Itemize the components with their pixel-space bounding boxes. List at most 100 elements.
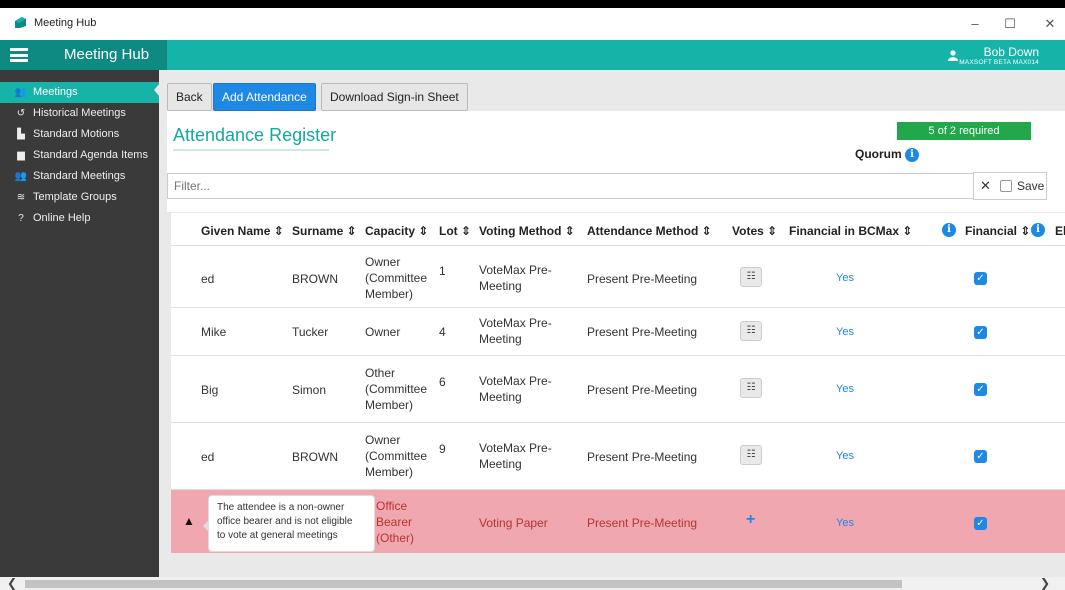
- votes-list-icon[interactable]: ☷: [740, 445, 762, 465]
- col-financial[interactable]: Financial ⇕: [965, 224, 1030, 238]
- votes-list-icon[interactable]: ☷: [740, 378, 762, 398]
- capacity-line: (Committee: [365, 271, 428, 285]
- sidebar-item-label: Standard Motions: [33, 128, 120, 140]
- votes-list-icon[interactable]: ☷: [740, 321, 762, 341]
- maximize-button[interactable]: ☐: [995, 16, 1025, 32]
- info-icon[interactable]: i: [1031, 223, 1045, 237]
- voting-line: Meeting: [479, 390, 522, 404]
- clear-filter-icon[interactable]: ✕: [980, 178, 991, 194]
- col-capacity[interactable]: Capacity ⇕: [365, 224, 428, 238]
- info-icon[interactable]: i: [942, 223, 956, 237]
- financial-checkbox[interactable]: ✓: [974, 450, 987, 463]
- cell-given-name: Mike: [201, 325, 227, 339]
- voting-line: VoteMax Pre-: [479, 374, 552, 388]
- voting-line: VoteMax Pre-: [479, 441, 552, 455]
- cell-lot: 9: [439, 442, 446, 456]
- cell-voting-method: VoteMax Pre- Meeting: [479, 440, 552, 472]
- hamburger-menu-icon[interactable]: [10, 48, 28, 62]
- close-button[interactable]: ✕: [1035, 16, 1065, 32]
- cell-surname: Simon: [292, 383, 327, 397]
- table-row[interactable]: ed BROWN Owner (Committee Member) 9 Vote…: [171, 423, 1065, 490]
- cell-given-name: ed: [201, 450, 215, 464]
- info-icon[interactable]: i: [905, 147, 920, 162]
- group-icon: 👥: [14, 171, 28, 182]
- capacity-line: Member): [365, 398, 414, 412]
- filter-input[interactable]: [167, 173, 981, 199]
- col-attendance-method[interactable]: Attendance Method ⇕: [587, 224, 712, 238]
- financial-checkbox[interactable]: ✓: [974, 326, 987, 339]
- cell-voting-method: Voting Paper: [479, 516, 548, 530]
- col-eligible[interactable]: Eligi: [1055, 224, 1065, 238]
- scroll-left-icon[interactable]: ❮: [7, 576, 17, 590]
- cell-surname: BROWN: [292, 450, 338, 464]
- sidebar-item-standard-agenda-items[interactable]: ▆ Standard Agenda Items: [0, 145, 159, 166]
- sidebar-item-template-groups[interactable]: ≋ Template Groups: [0, 187, 159, 208]
- sidebar-item-meetings[interactable]: 👥 Meetings: [0, 82, 159, 103]
- col-votes[interactable]: Votes ⇕: [732, 224, 777, 238]
- col-lot[interactable]: Lot ⇕: [439, 224, 471, 238]
- capacity-line: (Committee: [365, 382, 428, 396]
- app-header: Meeting Hub Bob Down MAXSOFT BETA MAX014: [0, 40, 1065, 70]
- table-row[interactable]: Big Simon Other (Committee Member) 6 Vot…: [171, 356, 1065, 423]
- window-titlebar: Meeting Hub – ☐ ✕: [0, 0, 1065, 40]
- cell-capacity: Owner: [365, 325, 401, 339]
- horizontal-scrollbar[interactable]: ❮ ❯: [0, 576, 1065, 590]
- save-checkbox[interactable]: [1000, 180, 1012, 192]
- warning-icon[interactable]: ▲: [183, 514, 195, 528]
- cell-capacity: Other (Committee Member): [365, 365, 427, 413]
- voting-line: VoteMax Pre-: [479, 263, 552, 277]
- app-logo-icon: [15, 17, 26, 28]
- sidebar-item-online-help[interactable]: ? Online Help: [0, 208, 159, 229]
- capacity-line: Owner: [365, 255, 401, 269]
- scrollbar-thumb[interactable]: [25, 580, 902, 588]
- add-attendance-button[interactable]: Add Attendance: [213, 83, 316, 111]
- title-underline: [173, 149, 329, 151]
- cell-attendance-method: Present Pre-Meeting: [587, 325, 698, 339]
- cell-given-name: ed: [201, 272, 215, 286]
- col-surname[interactable]: Surname ⇕: [292, 224, 357, 238]
- window-title: Meeting Hub: [34, 17, 97, 29]
- sidebar: 👥 Meetings ↺ Historical Meetings ▙ Standard…: [0, 70, 159, 580]
- main-content: Back Add Attendance Download Sign-in She…: [159, 70, 1065, 580]
- sidebar-item-label: Standard Meetings: [33, 170, 126, 182]
- financial-checkbox[interactable]: ✓: [974, 383, 987, 396]
- sidebar-item-standard-meetings[interactable]: 👥 Standard Meetings: [0, 166, 159, 187]
- cell-lot: 4: [439, 325, 446, 339]
- user-icon[interactable]: [948, 50, 958, 61]
- cell-attendance-method: Present Pre-Meeting: [587, 383, 698, 397]
- col-voting-method[interactable]: Voting Method ⇕: [479, 224, 575, 238]
- table-row[interactable]: Mike Tucker Owner 4 VoteMax Pre- Meeting…: [171, 308, 1065, 356]
- cell-voting-method: VoteMax Pre- Meeting: [479, 315, 552, 347]
- sidebar-item-label: Meetings: [33, 86, 78, 98]
- filter-actions: ✕ Save: [973, 172, 1047, 200]
- scroll-right-icon[interactable]: ❯: [1040, 576, 1050, 590]
- table-row[interactable]: ed BROWN Owner (Committee Member) 1 Vote…: [171, 247, 1065, 308]
- capacity-line: Office: [376, 499, 408, 513]
- sidebar-item-historical-meetings[interactable]: ↺ Historical Meetings: [0, 103, 159, 124]
- sidebar-item-label: Standard Agenda Items: [33, 149, 148, 161]
- quorum-progress-bar: 5 of 2 required: [897, 122, 1031, 140]
- financial-bcmax-value: Yes: [836, 383, 854, 395]
- help-icon: ?: [18, 213, 24, 224]
- cell-voting-method: VoteMax Pre- Meeting: [479, 373, 552, 405]
- col-financial-in-bcmax[interactable]: Financial in BCMax ⇕: [789, 224, 912, 238]
- user-name[interactable]: Bob Down: [984, 45, 1039, 59]
- attendance-table: Given Name ⇕ Surname ⇕ Capacity ⇕ Lot ⇕ …: [171, 213, 1065, 553]
- minimize-button[interactable]: –: [960, 16, 990, 31]
- back-button[interactable]: Back: [167, 83, 212, 111]
- agenda-icon: ▆: [17, 150, 25, 161]
- cell-surname: Tucker: [292, 325, 329, 339]
- capacity-line: (Committee: [365, 449, 428, 463]
- table-row-warning[interactable]: ▲ The attendee is a non-owner office bea…: [171, 490, 1065, 553]
- quorum-label-text: Quorum: [855, 147, 902, 161]
- votes-list-icon[interactable]: ☷: [740, 267, 762, 287]
- download-sign-in-sheet-button[interactable]: Download Sign-in Sheet: [321, 83, 468, 111]
- financial-checkbox[interactable]: ✓: [974, 272, 987, 285]
- financial-checkbox[interactable]: ✓: [974, 517, 987, 530]
- voting-line: Meeting: [479, 279, 522, 293]
- capacity-line: (Other): [376, 531, 415, 545]
- users-icon: 👥: [14, 87, 28, 98]
- add-votes-icon[interactable]: +: [746, 511, 755, 529]
- col-given-name[interactable]: Given Name ⇕: [201, 224, 284, 238]
- sidebar-item-standard-motions[interactable]: ▙ Standard Motions: [0, 124, 159, 145]
